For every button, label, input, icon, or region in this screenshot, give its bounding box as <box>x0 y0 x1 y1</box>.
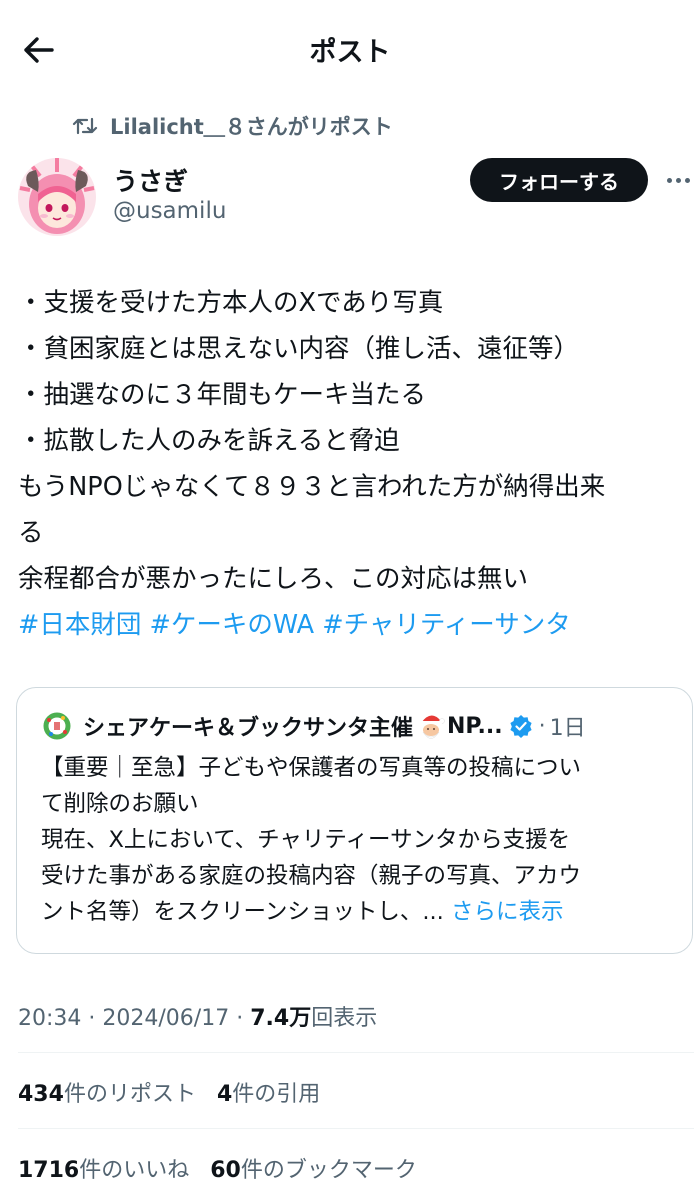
show-more-link[interactable]: さらに表示 <box>451 899 564 925</box>
divider <box>18 1128 694 1129</box>
like-count-label: 件のいいね <box>79 1158 190 1183</box>
post-line: ・支援を受けた方本人のXであり写真 <box>18 288 444 318</box>
repost-context-label: Lilalicht＿８さんがリポスト <box>110 115 393 139</box>
hashtag-links[interactable]: #日本財団 #ケーキのWA #チャリティーサンタ <box>18 602 694 648</box>
quoted-line: 【重要｜至急】子どもや保護者の写真等の投稿につい <box>41 755 582 781</box>
more-dots-icon <box>675 177 681 183</box>
post-line: ・貧困家庭とは思えない内容（推し活、遠征等） <box>18 334 580 364</box>
quoted-timestamp: 1日 <box>549 716 586 741</box>
post-line: る <box>18 518 44 548</box>
post-line: ・抽選なのに３年間もケーキ当たる <box>18 380 427 410</box>
bookmark-count: 60 <box>210 1158 241 1183</box>
quoted-author-name-suffix: NP... <box>447 713 503 739</box>
follow-button[interactable]: フォローする <box>470 158 648 202</box>
bunny-girl-avatar-image <box>18 158 96 236</box>
quoted-post-card[interactable]: シェアケーキ＆ブックサンタ主催 NP... · 1日 【重要｜至急】子どもや保護… <box>16 687 693 954</box>
repost-icon <box>72 117 98 135</box>
repost-count-label: 件のリポスト <box>63 1082 196 1107</box>
meta-separator: · <box>236 1006 244 1031</box>
share-stats: 434件のリポスト 4件の引用 <box>18 1076 320 1108</box>
view-count: 7.4万 <box>250 1006 312 1031</box>
post-line: ・拡散した人のみを訴えると脅迫 <box>18 426 400 456</box>
post-time[interactable]: 20:34 <box>18 1006 81 1031</box>
quoted-post-text: 【重要｜至急】子どもや保護者の写真等の投稿につい て削除のお願い 現在、X上にお… <box>41 750 681 930</box>
author-display-name[interactable]: うさぎ <box>113 162 188 198</box>
more-dots-icon <box>684 177 690 183</box>
page-title: ポスト <box>309 37 391 68</box>
meta-separator: · <box>88 1006 96 1031</box>
quote-count-link[interactable]: 4件の引用 <box>217 1082 320 1107</box>
quoted-separator: · <box>538 713 546 739</box>
post-line: もうNPOじゃなくて８９３と言われた方が納得出来 <box>18 472 606 502</box>
more-dots-icon <box>666 177 672 183</box>
quoted-line: て削除のお願い <box>41 791 199 817</box>
repost-count: 434 <box>18 1082 64 1107</box>
quoted-post-header: シェアケーキ＆ブックサンタ主催 NP... · 1日 <box>41 710 586 742</box>
more-options-button[interactable] <box>662 166 694 194</box>
view-count-label: 回表示 <box>311 1006 378 1031</box>
quote-count-label: 件の引用 <box>232 1082 321 1107</box>
repost-context[interactable]: Lilalicht＿８さんがリポスト <box>72 112 393 140</box>
author-handle[interactable]: @usamilu <box>113 198 226 224</box>
post-date[interactable]: 2024/06/17 <box>102 1006 229 1031</box>
quote-count: 4 <box>216 1082 233 1107</box>
quoted-author-name: シェアケーキ＆ブックサンタ主催 <box>83 716 414 741</box>
like-count-link[interactable]: 1716件のいいね <box>18 1158 189 1183</box>
verified-badge-icon <box>509 715 532 738</box>
bookmark-count-label: 件のブックマーク <box>240 1158 417 1183</box>
post-meta: 20:34 · 2024/06/17 · 7.4万回表示 <box>18 1000 377 1032</box>
quoted-line: 現在、X上において、チャリティーサンタから支援を <box>41 827 571 853</box>
avatar[interactable] <box>18 158 96 236</box>
engagement-stats: 1716件のいいね 60件のブックマーク <box>18 1152 417 1184</box>
quoted-line-tail: ント名等）をスクリーンショットし、... <box>41 899 444 925</box>
santa-emoji-icon <box>420 715 445 739</box>
divider <box>18 1052 694 1053</box>
post-line: 余程都合が悪かったにしろ、この対応は無い <box>18 564 529 594</box>
quoted-avatar <box>41 710 73 742</box>
quoted-line: 受けた事がある家庭の投稿内容（親子の写真、アカウ <box>41 863 582 889</box>
wreath-logo-icon <box>41 710 73 742</box>
bookmark-count-link[interactable]: 60件のブックマーク <box>210 1158 417 1183</box>
repost-count-link[interactable]: 434件のリポスト <box>18 1082 196 1107</box>
top-bar: ポスト <box>0 0 700 100</box>
quoted-line: ント名等）をスクリーンショットし、... さらに表示 <box>41 894 681 930</box>
like-count: 1716 <box>18 1158 80 1183</box>
post-text: ・支援を受けた方本人のXであり写真 ・貧困家庭とは思えない内容（推し活、遠征等）… <box>18 280 694 648</box>
